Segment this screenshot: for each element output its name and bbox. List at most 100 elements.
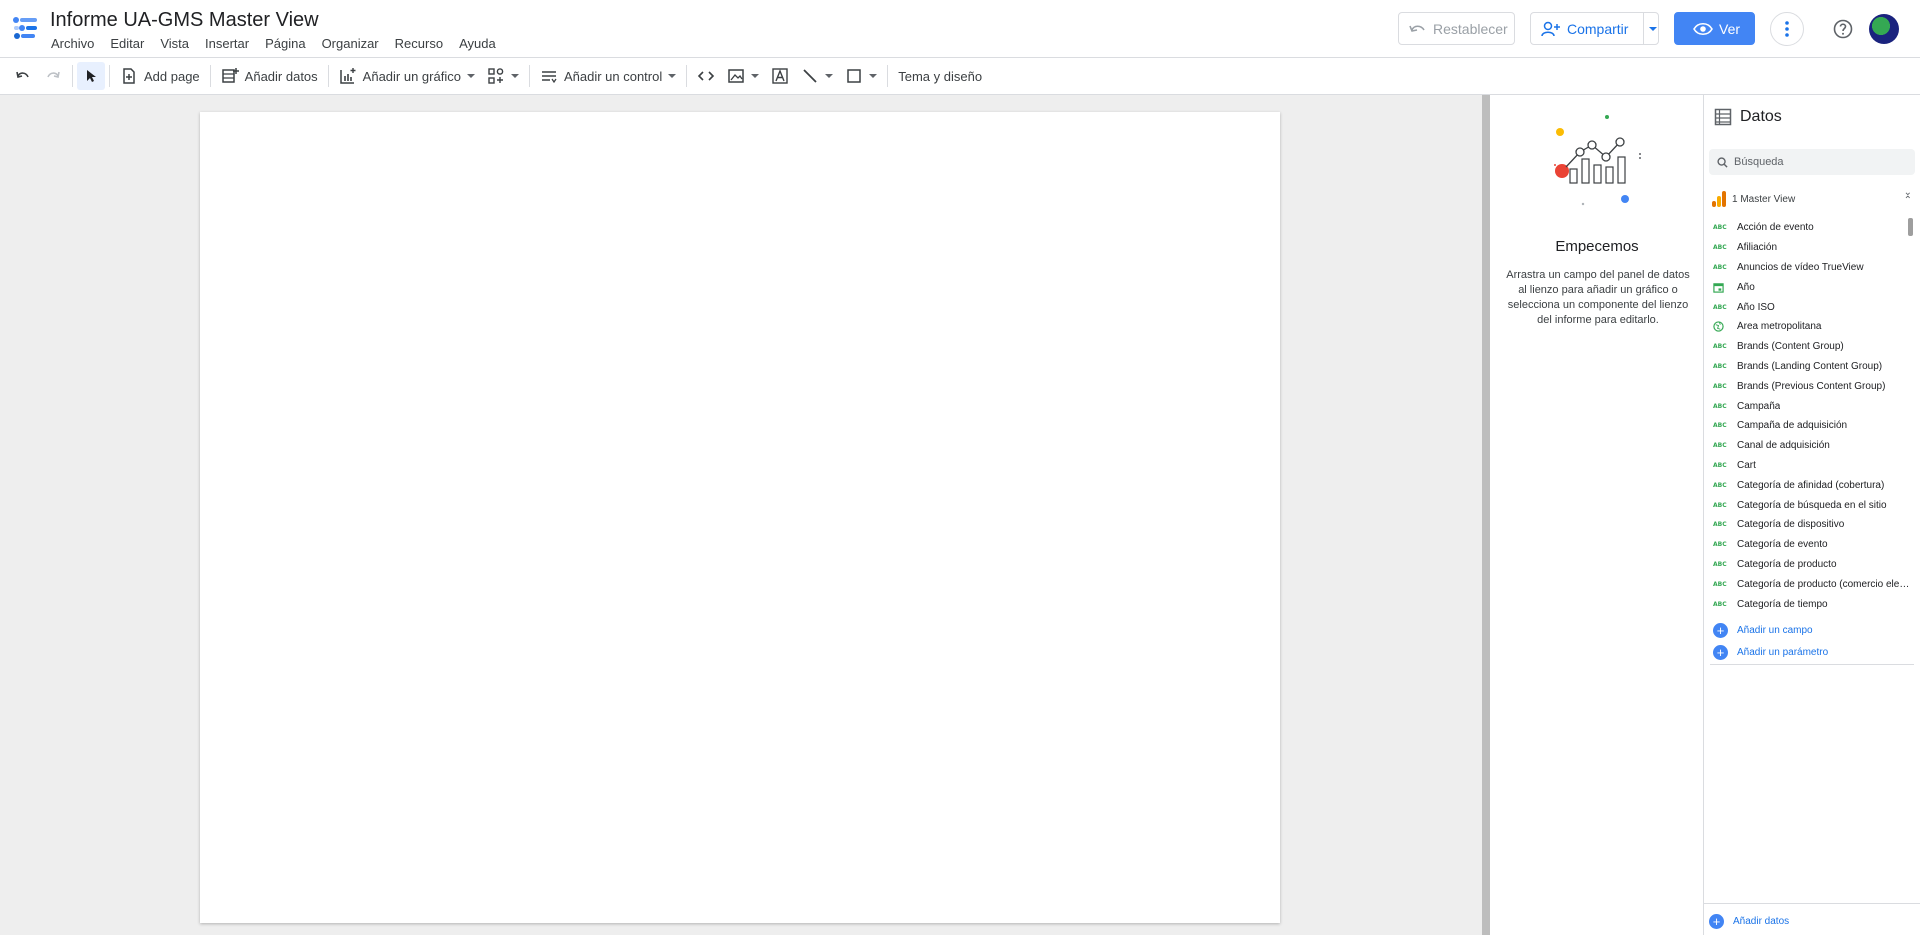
line-icon [803,69,817,83]
account-avatar[interactable] [1869,14,1899,44]
undo-button[interactable] [8,62,38,90]
divider [1710,664,1914,665]
field-item[interactable]: ABC Categoría de búsqueda en el sitio [1704,495,1912,515]
field-item[interactable]: ABC Categoría de evento [1704,535,1912,555]
field-search-input[interactable]: Búsqueda [1709,149,1915,175]
field-name: Canal de adquisición [1737,440,1830,452]
field-item[interactable]: Área metropolitana [1704,317,1912,337]
field-item[interactable]: ABC Afiliación [1704,238,1912,258]
field-item[interactable]: ABC Categoría de tiempo [1704,594,1912,610]
eye-icon [1693,22,1713,35]
add-chart-button[interactable]: Añadir un gráfico [333,62,481,90]
field-name: Brands (Content Group) [1737,341,1844,353]
text-type-icon: ABC [1713,263,1727,271]
field-item[interactable]: ABC Categoría de producto (comercio elect… [1704,574,1912,594]
add-field-label: Añadir un campo [1737,625,1813,636]
collapse-icon[interactable]: ⌄ ⌃ [1904,188,1912,206]
shape-button[interactable] [839,62,883,90]
field-name: Campaña [1737,400,1781,412]
undo-icon [16,71,29,78]
reset-button[interactable]: Restablecer [1398,12,1515,45]
field-item[interactable]: ABC Brands (Landing Content Group) [1704,357,1912,377]
data-panel-title: Datos [1740,108,1782,125]
field-item[interactable]: ABC Acción de evento [1704,218,1912,238]
plus-circle-icon: + [1713,623,1728,638]
data-source-row[interactable]: 1 Master View ⌄ ⌃ [1712,188,1912,207]
field-item[interactable]: ABC Categoría de producto [1704,555,1912,575]
add-parameter-label: Añadir un parámetro [1737,647,1829,658]
menu-organizar[interactable]: Organizar [314,36,387,54]
add-parameter-button[interactable]: + Añadir un parámetro [1713,645,1828,660]
fields-scrollbar[interactable] [1908,218,1913,236]
table-icon [1714,108,1732,126]
help-button[interactable] [1830,16,1856,42]
redo-button[interactable] [38,62,68,90]
app-header: Informe UA-GMS Master View Archivo Edita… [0,0,1920,57]
field-name: Anuncios de vídeo TrueView [1737,261,1864,273]
google-analytics-icon [1712,191,1726,207]
theme-layout-button[interactable]: Tema y diseño [892,62,988,90]
field-name: Categoría de producto (comercio electrón… [1737,578,1912,590]
text-type-icon: ABC [1713,461,1727,469]
report-title[interactable]: Informe UA-GMS Master View [50,9,319,32]
chevron-down-icon [668,74,677,78]
menu-pagina[interactable]: Página [257,36,313,54]
data-source-name: 1 Master View [1732,193,1796,205]
community-viz-button[interactable] [481,62,525,90]
add-page-button[interactable]: Add page [114,62,206,90]
field-item[interactable]: ABC Anuncios de vídeo TrueView [1704,258,1912,278]
fields-list: ABC Acción de evento ABC Afiliación ABC Anunc… [1704,218,1912,610]
field-name: Área metropolitana [1737,321,1822,333]
text-box-button[interactable] [765,62,795,90]
text-type-icon: ABC [1713,501,1727,509]
field-item[interactable]: ABC Categoría de afinidad (cobertura) [1704,475,1912,495]
toolbar-divider [109,65,110,87]
menu-ayuda[interactable]: Ayuda [451,36,504,54]
add-chart-icon [339,68,356,84]
field-item[interactable]: ABC Año ISO [1704,297,1912,317]
more-options-button[interactable] [1770,12,1804,46]
text-type-icon: ABC [1713,442,1727,450]
data-panel: Datos Búsqueda 1 Master View ⌄ ⌃ ABC Acció… [1704,95,1920,935]
add-page-icon [123,68,135,84]
add-data-toolbar-button[interactable]: Añadir datos [215,62,324,90]
plus-circle-icon: + [1709,914,1724,929]
chevron-down-icon [510,74,519,78]
menu-recurso[interactable]: Recurso [387,36,451,54]
add-data-button[interactable]: + Añadir datos [1709,914,1789,929]
field-name: Categoría de afinidad (cobertura) [1737,479,1885,491]
menu-insertar[interactable]: Insertar [197,36,257,54]
field-item[interactable]: ABC Brands (Content Group) [1704,337,1912,357]
add-data-icon [221,68,239,83]
text-type-icon: ABC [1713,362,1727,370]
field-item[interactable]: ABC Brands (Previous Content Group) [1704,376,1912,396]
field-item[interactable]: ABC Canal de adquisición [1704,436,1912,456]
image-button[interactable] [721,62,765,90]
cursor-arrow-icon [87,70,96,82]
embed-url-button[interactable] [691,62,721,90]
text-type-icon: ABC [1713,382,1727,390]
field-name: Afiliación [1737,242,1778,254]
add-control-button[interactable]: Añadir un control [534,62,682,90]
field-item[interactable]: Año [1704,277,1912,297]
view-button[interactable]: Ver [1674,12,1755,45]
field-item[interactable]: ABC Campaña [1704,396,1912,416]
add-field-button[interactable]: + Añadir un campo [1713,623,1813,638]
menu-archivo[interactable]: Archivo [43,36,102,54]
field-item[interactable]: ABC Cart [1704,456,1912,476]
looker-studio-logo-icon[interactable] [11,14,39,42]
field-item[interactable]: ABC Campaña de adquisición [1704,416,1912,436]
properties-panel: Empecemos Arrastra un campo del panel de… [1490,95,1704,935]
chevron-down-icon [751,74,760,78]
select-tool-button[interactable] [77,62,105,90]
toolbar-divider [72,65,73,87]
share-dropdown-button[interactable] [1643,12,1661,45]
report-canvas-page[interactable] [200,112,1280,923]
field-item[interactable]: ABC Categoría de dispositivo [1704,515,1912,535]
line-button[interactable] [795,62,839,90]
menu-editar[interactable]: Editar [102,36,152,54]
theme-layout-label: Tema y diseño [898,68,983,84]
workspace-scrollbar[interactable] [1482,95,1490,935]
share-button[interactable]: Compartir [1530,12,1659,45]
menu-vista[interactable]: Vista [152,36,197,54]
